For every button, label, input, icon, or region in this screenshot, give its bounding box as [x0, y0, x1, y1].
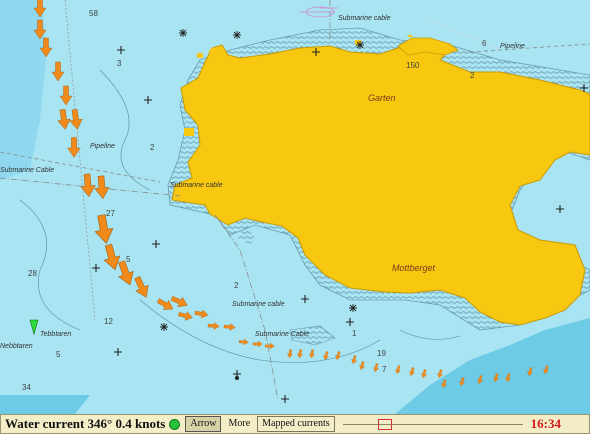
depth-label: 5	[126, 255, 131, 264]
toolbar: Water current 346° 0.4 knots Arrow More …	[0, 414, 590, 434]
islet	[184, 128, 194, 136]
depth-label: 6	[482, 39, 487, 48]
pipeline-label-west: Pipeline	[90, 143, 115, 150]
tebbtaren-label: Tebbtaren	[40, 331, 71, 338]
depth-label: 2	[234, 281, 239, 290]
place-label-mottberget: Mottberget	[392, 263, 436, 273]
time-display: 16:34	[530, 416, 561, 431]
submarine-cable-label-south: Submarine cable	[232, 301, 285, 308]
mapped-currents-button[interactable]: Mapped currents	[257, 416, 335, 432]
islet	[268, 78, 274, 82]
timeline-slider[interactable]	[342, 417, 523, 431]
submarine-cable-label-mid: Submarine cable	[170, 182, 223, 189]
submarine-cable-label-west: Submarine Cable	[0, 167, 54, 174]
place-label-garten: Garten	[368, 93, 396, 103]
depth-label: 34	[22, 383, 31, 392]
nebbtaren-label: Nebbtaren	[0, 343, 33, 350]
submarine-cable-label-top: Submarine cable	[338, 15, 391, 22]
submarine-cable-label-low: Submarine Cable	[255, 331, 309, 338]
arrow-button[interactable]: Arrow	[185, 416, 222, 432]
nautical-chart[interactable]: Garten Mottberget Pipeline Pipeline Subm…	[0, 0, 590, 414]
depth-label: 19	[377, 349, 386, 358]
depth-label: 150	[406, 61, 420, 70]
timeline-handle[interactable]	[378, 419, 393, 430]
islet	[197, 53, 203, 58]
depth-label: 5	[56, 350, 61, 359]
depth-label: 12	[104, 317, 113, 326]
more-button[interactable]: More	[226, 417, 252, 431]
deep-water-area-west	[0, 395, 90, 414]
depth-label: 28	[28, 269, 37, 278]
depth-label: 2	[470, 71, 475, 80]
water-current-readout: Water current 346° 0.4 knots	[5, 416, 166, 431]
depth-label: 3	[117, 59, 122, 68]
depth-label: 27	[106, 209, 115, 218]
depth-label: 2	[150, 143, 155, 152]
depth-label: 58	[89, 9, 98, 18]
pipeline-label-east: Pipeline	[500, 43, 525, 50]
status-indicator	[169, 418, 181, 430]
timeline-track	[342, 424, 523, 425]
depth-label: 7	[382, 365, 387, 374]
depth-label: 1	[352, 329, 357, 338]
